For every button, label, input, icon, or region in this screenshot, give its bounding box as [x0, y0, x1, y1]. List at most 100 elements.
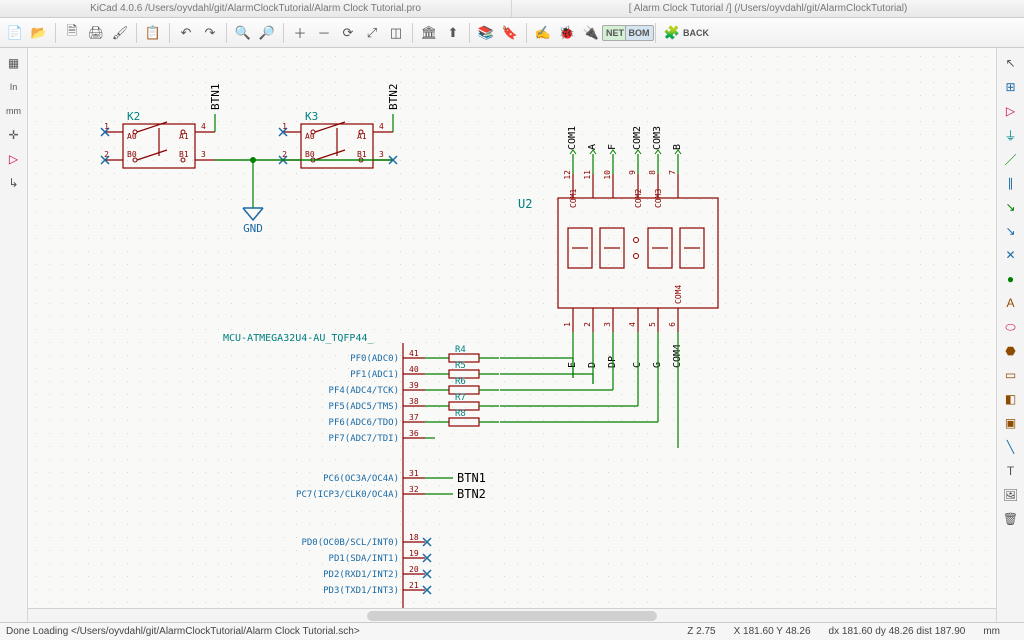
- svg-text:4: 4: [628, 322, 637, 327]
- library-editor-icon[interactable]: 📚: [475, 22, 497, 44]
- status-message: Done Loading </Users/oyvdahl/git/AlarmCl…: [6, 626, 360, 637]
- place-sheet-icon[interactable]: ▭: [1000, 364, 1022, 386]
- svg-text:PD0(OC0B/SCL/INT0): PD0(OC0B/SCL/INT0): [301, 538, 399, 548]
- netlist-icon[interactable]: NET: [604, 22, 626, 44]
- sheet-settings-icon[interactable]: 🗎: [61, 22, 83, 44]
- redo-icon[interactable]: ↷: [199, 22, 221, 44]
- place-line-icon[interactable]: ╲: [1000, 436, 1022, 458]
- svg-text:41: 41: [409, 349, 419, 358]
- status-xy: X 181.60 Y 48.26: [734, 626, 811, 637]
- import-sheet-pin-icon[interactable]: ◧: [1000, 388, 1022, 410]
- units-in-button[interactable]: In: [3, 76, 25, 98]
- svg-text:B0: B0: [305, 150, 315, 159]
- find-icon[interactable]: 🔍: [232, 22, 254, 44]
- place-component-icon[interactable]: ▷: [1000, 100, 1022, 122]
- place-hierlabel-icon[interactable]: ⬣: [1000, 340, 1022, 362]
- leave-sheet-icon[interactable]: ⬆: [442, 22, 464, 44]
- place-sheet-pin-icon[interactable]: ▣: [1000, 412, 1022, 434]
- title-left: KiCad 4.0.6 /Users/oyvdahl/git/AlarmCloc…: [0, 0, 512, 17]
- schematic-svg: K2A0A1B0B11243K3A0A1B0B11243BTN1BTN2GNDU…: [28, 48, 996, 622]
- svg-text:39: 39: [409, 381, 419, 390]
- library-browser-icon[interactable]: 🔖: [499, 22, 521, 44]
- svg-text:A: A: [587, 144, 598, 150]
- svg-text:3: 3: [201, 150, 206, 159]
- pcbnew-icon[interactable]: 🧩: [661, 22, 683, 44]
- svg-text:COM2: COM2: [634, 189, 643, 208]
- svg-text:2: 2: [104, 150, 109, 159]
- svg-text:COM4: COM4: [674, 285, 683, 304]
- svg-text:K3: K3: [305, 110, 318, 123]
- navigate-hierarchy-icon[interactable]: 🏛: [418, 22, 440, 44]
- undo-icon[interactable]: ↶: [175, 22, 197, 44]
- svg-text:PF6(ADC6/TDO): PF6(ADC6/TDO): [329, 418, 399, 428]
- place-bus-icon[interactable]: ∥: [1000, 172, 1022, 194]
- right-toolbar: ↖ ⊞ ▷ ⏚ ／ ∥ ↘ ↘ ✕ ● A ⬭ ⬣ ▭ ◧ ▣ ╲ T 🖼 🗑: [996, 48, 1024, 622]
- open-icon[interactable]: 📂: [28, 22, 50, 44]
- statusbar: Done Loading </Users/oyvdahl/git/AlarmCl…: [0, 622, 1024, 640]
- svg-text:5: 5: [648, 322, 657, 327]
- bus-to-bus-icon[interactable]: ↘: [1000, 220, 1022, 242]
- bus-direction-icon[interactable]: ↳: [3, 172, 25, 194]
- zoom-fit-icon[interactable]: ⤢: [361, 22, 383, 44]
- delete-icon[interactable]: 🗑: [1000, 508, 1022, 530]
- new-icon[interactable]: 📄: [4, 22, 26, 44]
- bom-icon[interactable]: BOM: [628, 22, 650, 44]
- plot-icon[interactable]: 🖌: [109, 22, 131, 44]
- place-image-icon[interactable]: 🖼: [1000, 484, 1022, 506]
- svg-text:A0: A0: [305, 132, 315, 141]
- units-mm-button[interactable]: mm: [3, 100, 25, 122]
- place-junction-icon[interactable]: ●: [1000, 268, 1022, 290]
- wire-to-bus-icon[interactable]: ↘: [1000, 196, 1022, 218]
- svg-text:BTN1: BTN1: [457, 471, 486, 485]
- svg-text:A1: A1: [179, 132, 189, 141]
- svg-text:R5: R5: [455, 361, 466, 371]
- status-zoom: Z 2.75: [687, 626, 715, 637]
- paste-icon[interactable]: 📋: [142, 22, 164, 44]
- svg-text:20: 20: [409, 565, 419, 574]
- cursor-shape-icon[interactable]: ✛: [3, 124, 25, 146]
- svg-text:B0: B0: [127, 150, 137, 159]
- svg-text:PF1(ADC1): PF1(ADC1): [350, 370, 399, 380]
- place-wire-icon[interactable]: ／: [1000, 148, 1022, 170]
- svg-text:37: 37: [409, 413, 419, 422]
- svg-text:PC6(OC3A/OC4A): PC6(OC3A/OC4A): [323, 474, 399, 484]
- svg-text:F: F: [607, 144, 618, 150]
- grid-toggle-icon[interactable]: ▦: [3, 52, 25, 74]
- zoom-in-icon[interactable]: ＋: [289, 22, 311, 44]
- import-footprint-icon[interactable]: BACK: [685, 22, 707, 44]
- cvpcb-icon[interactable]: 🔌: [580, 22, 602, 44]
- place-text-icon[interactable]: T: [1000, 460, 1022, 482]
- svg-text:2: 2: [583, 322, 592, 327]
- place-power-icon[interactable]: ⏚: [1000, 124, 1022, 146]
- svg-text:4: 4: [379, 122, 384, 131]
- zoom-redraw-icon[interactable]: ⟳: [337, 22, 359, 44]
- schematic-canvas[interactable]: K2A0A1B0B11243K3A0A1B0B11243BTN1BTN2GNDU…: [28, 48, 996, 622]
- place-netlabel-icon[interactable]: A: [1000, 292, 1022, 314]
- svg-text:BTN2: BTN2: [387, 84, 400, 111]
- replace-icon[interactable]: 🔎: [256, 22, 278, 44]
- svg-text:32: 32: [409, 485, 419, 494]
- hidden-pins-icon[interactable]: ▷: [3, 148, 25, 170]
- main-toolbar: 📄 📂 🗎 🖨 🖌 📋 ↶ ↷ 🔍 🔎 ＋ － ⟳ ⤢ ◫ 🏛 ⬆ 📚 🔖 ✍ …: [0, 18, 1024, 48]
- svg-text:R8: R8: [455, 409, 466, 419]
- svg-text:PD3(TXD1/INT3): PD3(TXD1/INT3): [323, 586, 399, 596]
- select-tool-icon[interactable]: ↖: [1000, 52, 1022, 74]
- svg-text:B1: B1: [357, 150, 367, 159]
- zoom-selection-icon[interactable]: ◫: [385, 22, 407, 44]
- print-icon[interactable]: 🖨: [85, 22, 107, 44]
- svg-text:18: 18: [409, 533, 419, 542]
- zoom-out-icon[interactable]: －: [313, 22, 335, 44]
- svg-text:B: B: [672, 144, 683, 150]
- place-noconnect-icon[interactable]: ✕: [1000, 244, 1022, 266]
- horizontal-scrollbar[interactable]: [28, 608, 996, 622]
- svg-text:PD1(SDA/INT1): PD1(SDA/INT1): [329, 554, 399, 564]
- place-globallabel-icon[interactable]: ⬭: [1000, 316, 1022, 338]
- svg-text:1: 1: [104, 122, 109, 131]
- vertical-scrollbar[interactable]: [982, 48, 996, 608]
- annotate-icon[interactable]: ✍: [532, 22, 554, 44]
- highlight-net-icon[interactable]: ⊞: [1000, 76, 1022, 98]
- svg-text:PC7(ICP3/CLK0/OC4A): PC7(ICP3/CLK0/OC4A): [296, 490, 399, 500]
- erc-icon[interactable]: 🐞: [556, 22, 578, 44]
- svg-text:COM3: COM3: [652, 126, 663, 150]
- svg-text:40: 40: [409, 365, 419, 374]
